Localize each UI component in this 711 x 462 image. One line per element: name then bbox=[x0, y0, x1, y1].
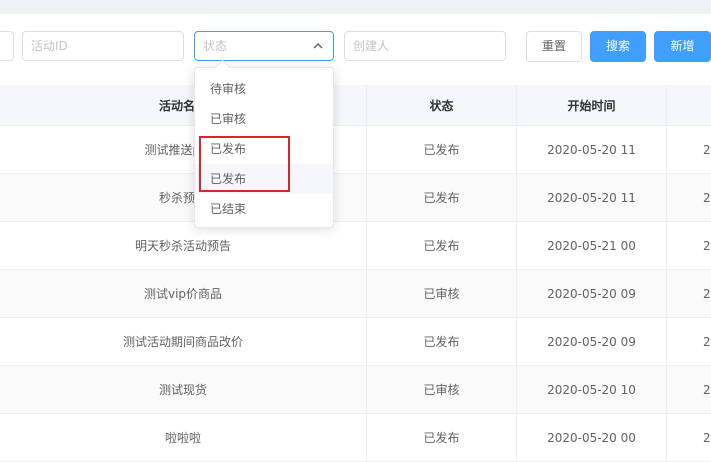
partial-cell: 2( bbox=[703, 382, 711, 397]
partial-cell: 2( bbox=[703, 238, 711, 253]
top-bar bbox=[0, 0, 711, 14]
activity-name-cell: 测试现货 bbox=[0, 366, 367, 413]
status-option-ended[interactable]: 已结束 bbox=[195, 194, 333, 224]
status-cell: 已发布 bbox=[367, 174, 517, 221]
start-time-cell: 2020-05-20 09 bbox=[517, 270, 667, 317]
activity-name-cell: 啦啦啦 bbox=[0, 414, 367, 461]
table-row[interactable]: 测试现货 已审核 2020-05-20 10 2( bbox=[0, 366, 711, 414]
table-row[interactable]: 秒杀预告 已发布 2020-05-20 11 2( bbox=[0, 174, 711, 222]
start-time-cell: 2020-05-20 10 bbox=[517, 366, 667, 413]
partial-cell: 2( bbox=[703, 334, 711, 349]
header-partial bbox=[667, 85, 711, 125]
activity-name-cell: 明天秒杀活动预告 bbox=[0, 222, 367, 269]
status-option-pending[interactable]: 待审核 bbox=[195, 74, 333, 104]
activity-id-input[interactable]: 活动ID bbox=[22, 31, 184, 61]
status-cell: 已审核 bbox=[367, 366, 517, 413]
filter-input-partial[interactable] bbox=[0, 31, 14, 61]
header-start-time[interactable]: 开始时间 bbox=[517, 85, 667, 125]
header-status[interactable]: 状态 bbox=[367, 85, 517, 125]
start-time-cell: 2020-05-21 00 bbox=[517, 222, 667, 269]
status-option-reviewed[interactable]: 已审核 bbox=[195, 104, 333, 134]
partial-cell: 2( bbox=[703, 286, 711, 301]
table-header-row: 活动名称 状态 开始时间 bbox=[0, 85, 711, 126]
status-cell: 已发布 bbox=[367, 222, 517, 269]
partial-cell: 2( bbox=[703, 190, 711, 205]
partial-cell: 2( bbox=[703, 430, 711, 445]
activity-name-cell: 测试活动期间商品改价 bbox=[0, 318, 367, 365]
start-time-cell: 2020-05-20 00 bbox=[517, 414, 667, 461]
table-row[interactable]: 测试vip价商品 已审核 2020-05-20 09 2( bbox=[0, 270, 711, 318]
partial-cell: 2( bbox=[703, 142, 711, 157]
creator-input[interactable]: 创建人 bbox=[344, 31, 506, 61]
start-time-cell: 2020-05-20 09 bbox=[517, 318, 667, 365]
status-select-placeholder: 状态 bbox=[203, 39, 228, 53]
status-cell: 已审核 bbox=[367, 270, 517, 317]
status-cell: 已发布 bbox=[367, 126, 517, 173]
reset-button[interactable]: 重置 bbox=[526, 31, 582, 62]
start-time-cell: 2020-05-20 11 bbox=[517, 126, 667, 173]
table-row[interactable]: 测试推送push 已发布 2020-05-20 11 2( bbox=[0, 126, 711, 174]
table-row[interactable]: 啦啦啦 已发布 2020-05-20 00 2( bbox=[0, 414, 711, 462]
start-time-cell: 2020-05-20 11 bbox=[517, 174, 667, 221]
activity-name-cell: 测试vip价商品 bbox=[0, 270, 367, 317]
duplicate-highlight-box bbox=[199, 136, 290, 192]
table-row[interactable]: 明天秒杀活动预告 已发布 2020-05-21 00 2( bbox=[0, 222, 711, 270]
status-cell: 已发布 bbox=[367, 318, 517, 365]
status-select[interactable]: 状态 bbox=[194, 31, 334, 61]
table-row[interactable]: 测试活动期间商品改价 已发布 2020-05-20 09 2( bbox=[0, 318, 711, 366]
search-button[interactable]: 搜索 bbox=[590, 31, 646, 62]
chevron-up-icon bbox=[313, 43, 323, 49]
status-cell: 已发布 bbox=[367, 414, 517, 461]
add-button[interactable]: 新增 bbox=[654, 31, 711, 62]
